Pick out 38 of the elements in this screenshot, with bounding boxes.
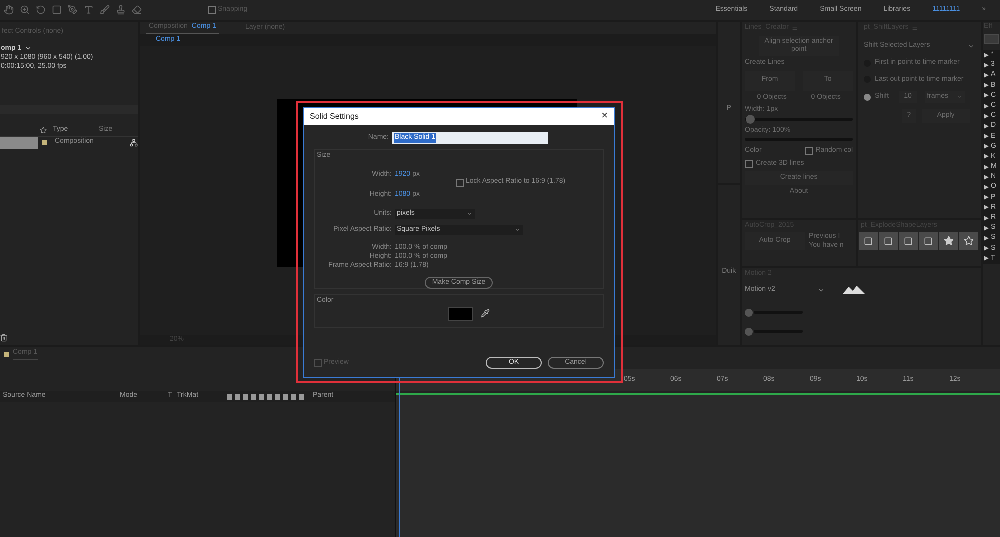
slider-knob[interactable] [745,328,754,336]
rotate-icon[interactable] [36,5,46,15]
preview-checkbox[interactable] [314,359,322,367]
chevron-down-icon [818,286,826,294]
create-3d-checkbox[interactable] [745,160,754,168]
chevron-down-icon [957,94,964,100]
brush-icon[interactable] [100,5,110,15]
chevron-down-icon [467,210,473,217]
slider-thumb[interactable] [746,114,756,124]
dialog-title: Solid Settings [310,110,359,122]
flowchart-icon[interactable] [130,138,138,146]
mountains-icon[interactable] [843,286,866,294]
swatch-icon [4,352,9,356]
pen-icon[interactable] [68,5,78,15]
color-swatch[interactable] [448,306,473,320]
caret-icon[interactable] [24,44,32,52]
lock-checkbox[interactable] [456,178,464,186]
star-outline-icon[interactable] [959,232,978,250]
radio-button[interactable] [864,94,872,100]
hand-icon[interactable] [4,5,14,15]
label-icon [40,127,47,134]
eraser-icon[interactable] [132,5,142,15]
slider-knob[interactable] [745,308,754,316]
switches-icon [227,394,307,400]
search-field[interactable] [984,34,999,44]
rectangle-icon[interactable] [52,5,62,15]
row-name-cell[interactable] [0,136,38,148]
stamp-icon[interactable] [116,5,126,15]
close-button[interactable]: × [602,111,608,122]
chevron-down-icon [515,227,521,234]
chevron-down-icon [968,42,976,50]
snapping-checkbox[interactable] [208,6,216,14]
random-color-checkbox[interactable] [804,147,813,156]
zoom-icon[interactable] [20,5,30,15]
trash-icon[interactable] [0,334,8,342]
eyedropper-icon[interactable] [481,309,490,318]
text-icon[interactable] [84,5,94,15]
composition-swatch-icon [42,140,47,145]
